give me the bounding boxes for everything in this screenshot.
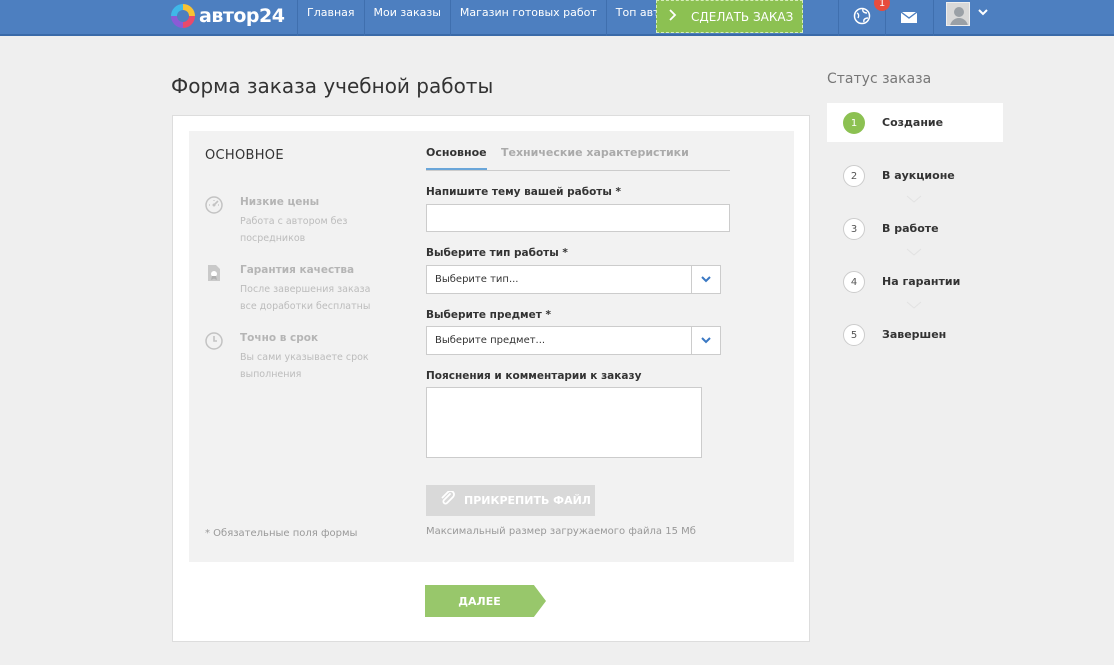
step-connector-icon <box>906 195 922 203</box>
step-number: 4 <box>843 271 865 293</box>
step-label: Создание <box>882 116 944 129</box>
attach-file-button[interactable]: ПРИКРЕПИТЬ ФАЙЛ <box>426 485 595 516</box>
make-order-label: СДЕЛАТЬ ЗАКАЗ <box>691 9 794 24</box>
step-label: В аукционе <box>882 169 955 182</box>
required-fields-note: * Обязательные поля формы <box>205 528 358 539</box>
subject-label: Выберите предмет * <box>426 309 551 321</box>
comments-textarea[interactable] <box>426 387 702 458</box>
work-type-label: Выберите тип работы * <box>426 247 568 259</box>
subject-value: Выберите предмет... <box>435 335 546 346</box>
status-title: Статус заказа <box>827 71 932 87</box>
form-tabs: Основное Технические характеристики <box>426 146 730 171</box>
quality-certificate-icon <box>205 264 223 282</box>
order-form-card: ОСНОВНОЕ Низкие цены Работа с автором бе… <box>172 115 810 642</box>
logo-text: автор24 <box>199 5 285 27</box>
status-step-creation: 1 Создание <box>827 103 1003 142</box>
avatar[interactable] <box>946 2 970 26</box>
tab-technical[interactable]: Технические характеристики <box>501 146 689 170</box>
step-number: 3 <box>843 218 865 240</box>
feature-desc: После завершения заказа все доработки бе… <box>240 284 371 312</box>
max-file-size-note: Максимальный размер загружаемого файла 1… <box>426 526 696 537</box>
globe-icon <box>853 7 871 29</box>
feature-title: Точно в срок <box>240 332 319 344</box>
comments-label: Пояснения и комментарии к заказу <box>426 370 642 382</box>
chevron-down-icon[interactable] <box>691 266 720 293</box>
paperclip-icon <box>440 490 456 510</box>
step-number: 2 <box>843 165 865 187</box>
feature-desc: Вы сами указываете срок выполнения <box>240 352 369 380</box>
status-step-in-progress: 3 В работе <box>827 209 1003 248</box>
nav-item-shop[interactable]: Магазин готовых работ <box>449 0 606 36</box>
feature-desc: Работа с автором без посредников <box>240 216 348 244</box>
status-step-warranty: 4 На гарантии <box>827 262 1003 301</box>
attach-file-label: ПРИКРЕПИТЬ ФАЙЛ <box>464 494 591 507</box>
work-type-select[interactable]: Выберите тип... <box>426 265 721 294</box>
topic-label: Напишите тему вашей работы * <box>426 186 622 198</box>
clock-icon <box>205 332 223 350</box>
chevron-down-icon[interactable] <box>978 7 988 20</box>
chevron-down-icon[interactable] <box>691 327 720 354</box>
top-navbar: автор24 Главная Мои заказы Магазин готов… <box>0 0 1114 36</box>
logo-icon <box>171 4 195 28</box>
price-gauge-icon <box>205 196 223 214</box>
topic-input[interactable] <box>426 204 730 232</box>
subject-select[interactable]: Выберите предмет... <box>426 326 721 355</box>
status-step-completed: 5 Завершен <box>827 315 1003 354</box>
next-button[interactable]: ДАЛЕЕ <box>425 585 546 617</box>
step-number: 5 <box>843 324 865 346</box>
page-title: Форма заказа учебной работы <box>171 74 494 98</box>
nav-item-home[interactable]: Главная <box>297 0 364 36</box>
chevron-right-icon <box>669 9 677 24</box>
step-label: Завершен <box>882 328 947 341</box>
work-type-value: Выберите тип... <box>435 274 519 285</box>
messages-button[interactable] <box>885 0 931 36</box>
step-label: На гарантии <box>882 275 961 288</box>
nav-item-my-orders[interactable]: Мои заказы <box>363 0 450 36</box>
feature-title: Гарантия качества <box>240 264 355 276</box>
step-number: 1 <box>843 112 865 134</box>
step-connector-icon <box>906 248 922 256</box>
form-panel: ОСНОВНОЕ Низкие цены Работа с автором бе… <box>189 131 794 562</box>
step-connector-icon <box>906 301 922 309</box>
feature-title: Низкие цены <box>240 196 320 208</box>
step-label: В работе <box>882 222 939 235</box>
logo[interactable]: автор24 <box>171 2 285 30</box>
tab-main[interactable]: Основное <box>426 146 487 170</box>
section-title: ОСНОВНОЕ <box>205 148 284 163</box>
envelope-icon <box>900 9 918 28</box>
main-nav: Главная Мои заказы Магазин готовых работ… <box>297 0 696 36</box>
status-step-auction: 2 В аукционе <box>827 156 1003 195</box>
make-order-button[interactable]: СДЕЛАТЬ ЗАКАЗ <box>656 0 803 33</box>
